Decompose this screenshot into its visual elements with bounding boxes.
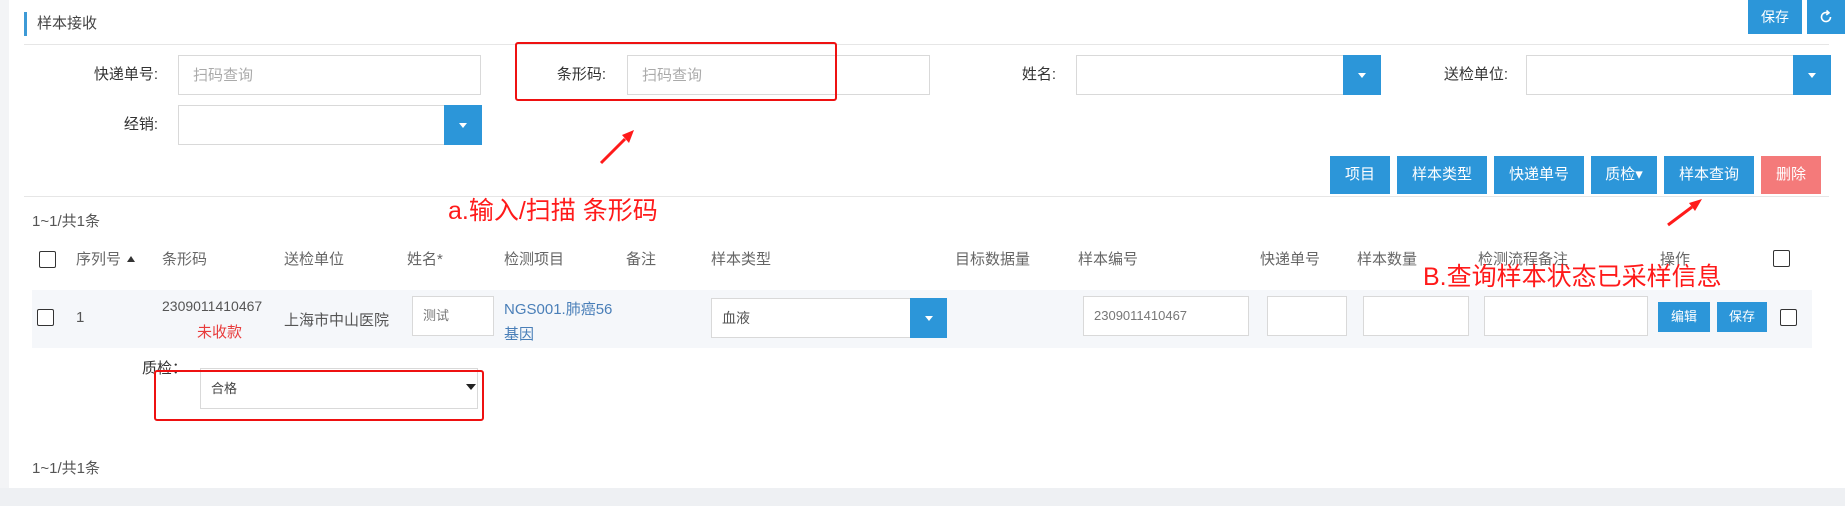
chevron-down-icon	[924, 316, 933, 321]
row-project-line1: NGS001.肺癌56	[504, 301, 613, 318]
row-right-checkbox[interactable]	[1780, 309, 1797, 326]
header-project: 检测项目	[504, 251, 565, 268]
name-dropdown-button[interactable]	[1343, 55, 1381, 95]
row-name-input[interactable]: 测试	[412, 296, 494, 336]
chevron-down-icon	[459, 123, 467, 128]
row-project-link[interactable]: NGS001.肺癌56 基因	[504, 298, 612, 344]
header-barcode: 条形码	[162, 251, 208, 268]
sort-up-icon	[127, 256, 136, 262]
title-divider	[24, 44, 1829, 45]
refresh-button[interactable]	[1807, 0, 1845, 34]
annotation-box-barcode	[515, 42, 837, 101]
unit-dropdown-button[interactable]	[1793, 55, 1831, 95]
unit-select[interactable]	[1526, 55, 1794, 95]
header-seq[interactable]: 序列号	[76, 245, 136, 275]
top-save-button[interactable]: 保存	[1748, 0, 1802, 34]
row-sample-type-dropdown[interactable]	[910, 298, 947, 338]
delete-button[interactable]: 删除	[1761, 156, 1821, 194]
header-express-no: 快递单号	[1260, 251, 1321, 268]
toolbar-divider	[24, 196, 1829, 197]
row-express-no-input[interactable]	[1267, 296, 1347, 336]
pagination-info-bottom: 1~1/共1条	[32, 460, 100, 477]
dealer-select[interactable]	[178, 105, 446, 145]
qc-dropdown-button[interactable]: 质检▾	[1591, 156, 1657, 194]
select-all-checkbox[interactable]	[39, 251, 56, 268]
chevron-down-icon	[1358, 73, 1366, 78]
sample-query-button[interactable]: 样本查询	[1664, 156, 1754, 194]
annotation-arrow-icon	[1667, 199, 1702, 227]
header-sample-type: 样本类型	[711, 251, 772, 268]
row-project-line2: 基因	[504, 326, 535, 343]
header-sample-count: 样本数量	[1357, 251, 1418, 268]
row-seq: 1	[76, 309, 85, 326]
row-payment-status: 未收款	[197, 324, 243, 341]
row-barcode: 2309011410467	[162, 298, 263, 314]
annotation-box-qc	[154, 370, 484, 421]
header-target-data: 目标数据量	[955, 251, 1031, 268]
name-label: 姓名:	[1021, 66, 1056, 83]
header-sample-no: 样本编号	[1078, 251, 1139, 268]
express-no-button[interactable]: 快递单号	[1494, 156, 1584, 194]
row-sample-no-input[interactable]: 2309011410467	[1083, 296, 1249, 336]
name-select[interactable]	[1076, 55, 1344, 95]
left-gutter	[0, 0, 9, 506]
bottom-band	[0, 488, 1845, 506]
unit-label: 送检单位:	[1443, 66, 1508, 83]
header-name: 姓名*	[407, 251, 443, 268]
page-title: 样本接收	[24, 12, 97, 36]
dealer-dropdown-button[interactable]	[444, 105, 482, 145]
row-sample-count-input[interactable]	[1363, 296, 1469, 336]
pagination-info-top: 1~1/共1条	[32, 213, 100, 230]
annotation-arrow-icon	[599, 130, 634, 165]
express-no-label: 快递单号:	[93, 66, 158, 83]
header-seq-label: 序列号	[76, 251, 122, 268]
annotation-text-a: a.输入/扫描 条形码	[448, 197, 658, 225]
annotation-text-b: B.查询样本状态已采样信息	[1423, 263, 1722, 291]
row-sample-type-select[interactable]: 血液	[711, 298, 911, 338]
row-process-remark-input[interactable]	[1484, 296, 1648, 336]
header-unit: 送检单位	[284, 251, 345, 268]
refresh-icon	[1820, 9, 1832, 23]
row-save-button[interactable]: 保存	[1717, 302, 1767, 332]
project-button[interactable]: 项目	[1330, 156, 1390, 194]
header-right-checkbox[interactable]	[1773, 250, 1790, 267]
express-no-field[interactable]	[179, 56, 480, 94]
express-no-input[interactable]	[178, 55, 481, 95]
row-checkbox[interactable]	[37, 309, 54, 326]
chevron-down-icon	[1808, 73, 1816, 78]
sample-type-button[interactable]: 样本类型	[1397, 156, 1487, 194]
row-unit: 上海市中山医院	[284, 312, 390, 329]
row-edit-button[interactable]: 编辑	[1658, 302, 1710, 332]
dealer-label: 经销:	[123, 116, 158, 133]
header-remark: 备注	[626, 251, 657, 268]
